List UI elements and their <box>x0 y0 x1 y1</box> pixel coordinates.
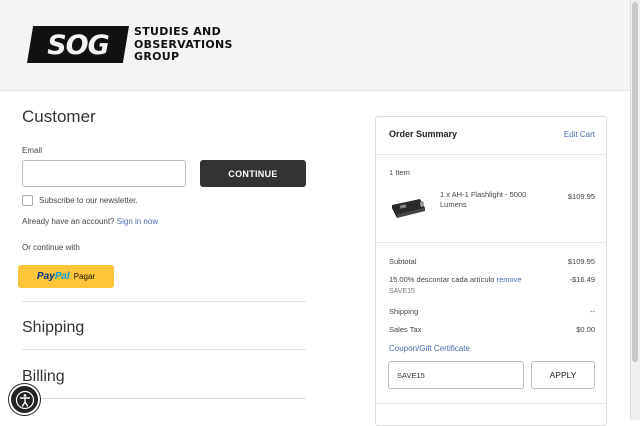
shipping-value: -- <box>590 307 595 316</box>
customer-title: Customer <box>22 107 96 126</box>
page-scrollbar[interactable] <box>630 0 640 420</box>
items-count: 1 Item <box>389 168 410 177</box>
coupon-gift-link[interactable]: Coupon/Gift Certificate <box>389 344 470 353</box>
email-field[interactable] <box>22 160 186 187</box>
flashlight-product-image <box>392 199 425 218</box>
tax-label: Sales Tax <box>389 325 422 334</box>
order-summary: Order Summary Edit Cart 1 Item 1 x AH-1 … <box>375 116 607 426</box>
signin-link[interactable]: Sign in now <box>117 217 158 226</box>
section-divider <box>22 349 306 350</box>
continue-button[interactable]: CONTINUE <box>200 160 306 187</box>
coupon-input-value: SAVE15 <box>397 370 425 380</box>
subtotal-value: $109.95 <box>567 257 595 266</box>
logo-text: STUDIES AND OBSERVATIONS GROUP <box>134 25 233 63</box>
billing-title[interactable]: Billing <box>22 368 65 386</box>
discount-value: -$16.49 <box>569 275 595 284</box>
paypal-logo-pal: Pal <box>54 271 70 282</box>
subscribe-label: Subscribe to our newsletter. <box>39 196 138 205</box>
or-continue-label: Or continue with <box>22 243 80 252</box>
subscribe-checkbox[interactable] <box>22 195 33 206</box>
edit-cart-link[interactable]: Edit Cart <box>564 130 595 139</box>
paypal-logo-pay: Pay <box>36 271 55 282</box>
accessibility-icon <box>15 390 34 409</box>
summary-divider <box>376 242 606 243</box>
product-name: 1 x AH-1 Flashlight - 5000 Lumens <box>440 190 527 209</box>
coupon-input[interactable]: SAVE15 <box>388 361 524 389</box>
summary-divider <box>376 154 606 155</box>
remove-discount-link[interactable]: remove <box>497 275 522 284</box>
logo-mark: SOG <box>27 26 129 63</box>
account-text: Already have an account? <box>22 217 115 226</box>
section-divider <box>22 301 306 302</box>
paypal-button[interactable]: Pay Pal Pagar <box>18 265 114 288</box>
signin-prompt: Already have an account? Sign in now <box>22 217 158 226</box>
summary-divider <box>376 403 606 404</box>
discount-row: 15.00% descontar cada artículo remove <box>389 275 522 284</box>
section-divider <box>22 398 306 399</box>
shipping-title[interactable]: Shipping <box>22 319 84 337</box>
site-header: SOG STUDIES AND OBSERVATIONS GROUP <box>0 0 631 91</box>
order-summary-title: Order Summary <box>389 129 458 139</box>
discount-code: SAVE15 <box>389 288 415 295</box>
accessibility-button[interactable] <box>9 384 40 415</box>
apply-coupon-button[interactable]: APPLY <box>531 361 595 389</box>
shipping-label: Shipping <box>389 307 419 316</box>
subtotal-label: Subtotal <box>389 257 417 266</box>
tax-value: $0.00 <box>576 325 595 334</box>
product-price: $109.95 <box>567 192 595 201</box>
email-label: Email <box>22 146 43 155</box>
scroll-thumb[interactable] <box>632 2 638 362</box>
discount-label: 15.00% descontar cada artículo <box>389 275 495 284</box>
paypal-pagar-label: Pagar <box>73 272 96 281</box>
subscribe-checkbox-row[interactable]: Subscribe to our newsletter. <box>22 195 138 206</box>
